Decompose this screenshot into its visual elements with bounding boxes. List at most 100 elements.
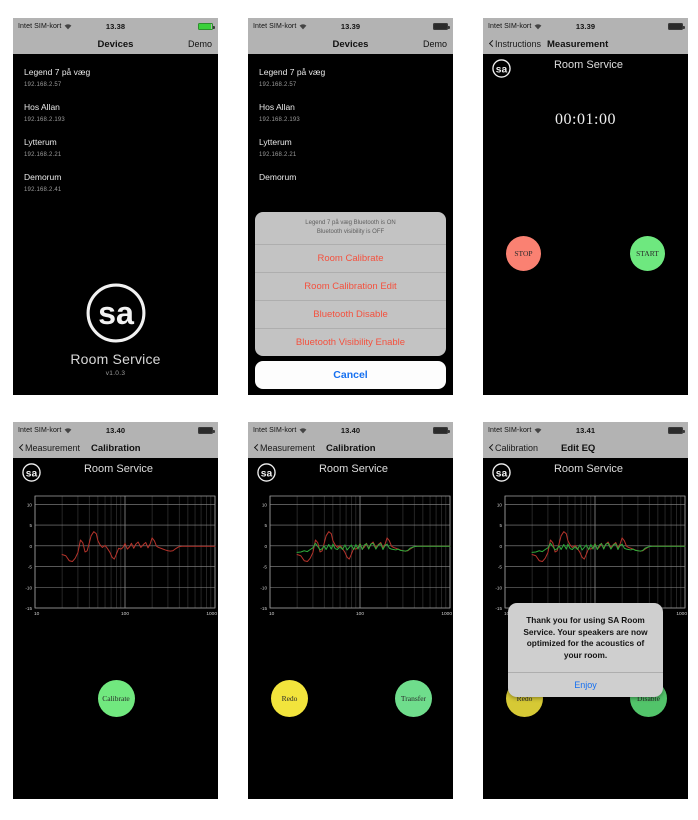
back-button[interactable]: Calibration — [489, 443, 538, 453]
device-name: Hos Allan — [24, 102, 60, 112]
device-name: Legend 7 på væg — [259, 67, 326, 77]
svg-text:10: 10 — [27, 502, 33, 507]
measurement-timer: 00:01:00 — [555, 111, 616, 128]
list-item[interactable]: Legend 7 på væg 192.168.2.57 — [248, 62, 453, 88]
nav-bar: Devices Demo — [13, 34, 218, 54]
list-item[interactable]: Legend 7 på væg 192.168.2.57 — [13, 62, 218, 88]
screen-body: Legend 7 på væg 192.168.2.57 Hos Allan 1… — [13, 54, 218, 395]
svg-text:0: 0 — [499, 544, 502, 549]
battery-icon — [198, 426, 215, 434]
battery-icon — [668, 426, 685, 434]
svg-text:-15: -15 — [495, 606, 502, 611]
status-right — [668, 426, 685, 434]
start-button[interactable]: START — [630, 236, 665, 271]
status-right — [433, 426, 450, 434]
sa-logo-icon: sa — [85, 282, 147, 344]
svg-text:-10: -10 — [260, 585, 267, 590]
status-time: 13.40 — [105, 425, 126, 435]
chevron-left-icon — [254, 444, 259, 453]
svg-text:sa: sa — [98, 295, 135, 331]
status-bar: Intet SIM-kort 13.39 — [248, 18, 453, 34]
device-list: Legend 7 på væg 192.168.2.57 Hos Allan 1… — [13, 54, 218, 193]
action-sheet-header-line2: Bluetooth visibility is OFF — [316, 229, 385, 235]
screenshot-sheet: Intet SIM-kort 13.38 Devices Demo Legend… — [0, 0, 698, 820]
app-header: sa Room Service — [248, 458, 453, 488]
status-right — [198, 22, 215, 30]
svg-text:-15: -15 — [25, 606, 32, 611]
back-button[interactable]: Measurement — [19, 443, 80, 453]
phone-screen-edit-eq: Intet SIM-kort 13.41 Calibration Edit EQ… — [483, 422, 688, 799]
status-time: 13.38 — [105, 21, 126, 31]
svg-text:-5: -5 — [28, 565, 33, 570]
svg-text:1000: 1000 — [676, 611, 687, 617]
device-name: Demorum — [259, 172, 297, 182]
nav-bar: Calibration Edit EQ — [483, 438, 688, 458]
svg-text:5: 5 — [264, 523, 267, 528]
svg-text:-10: -10 — [25, 585, 32, 590]
frequency-response-chart: 1050-5-10-15101001000 — [13, 488, 218, 628]
demo-button[interactable]: Demo — [188, 39, 212, 49]
list-item[interactable]: Lytterum 192.168.2.21 — [13, 132, 218, 158]
list-item[interactable]: Hos Allan 192.168.2.193 — [248, 97, 453, 123]
phone-screen-calibration: Intet SIM-kort 13.40 Measurement Calibra… — [13, 422, 218, 799]
list-item[interactable]: Hos Allan 192.168.2.193 — [13, 97, 218, 123]
status-right — [198, 426, 215, 434]
chevron-left-icon — [19, 444, 24, 453]
action-sheet: Legend 7 på væg Bluetooth is ON Bluetoot… — [255, 212, 446, 389]
menu-item-bluetooth-visibility-enable[interactable]: Bluetooth Visibility Enable — [255, 329, 446, 356]
device-ip: 192.168.2.21 — [259, 152, 297, 158]
back-button[interactable]: Instructions — [489, 39, 541, 49]
alert-dialog: Thank you for using SA Room Service. You… — [508, 603, 663, 697]
action-sheet-header-line1: Legend 7 på væg Bluetooth is ON — [305, 220, 396, 226]
enjoy-button[interactable]: Enjoy — [508, 673, 663, 697]
svg-text:-5: -5 — [263, 565, 268, 570]
back-button-label: Instructions — [495, 39, 542, 49]
screen-body: sa Room Service 00:01:00 STOP START — [483, 54, 688, 395]
screen-body: sa Room Service 1050-5-10-15101001000 Re… — [248, 458, 453, 799]
nav-bar: Measurement Calibration — [13, 438, 218, 458]
status-right — [668, 22, 685, 30]
menu-item-room-calibrate[interactable]: Room Calibrate — [255, 245, 446, 273]
svg-text:100: 100 — [121, 611, 129, 617]
menu-item-bluetooth-disable[interactable]: Bluetooth Disable — [255, 301, 446, 329]
app-name: Room Service — [553, 59, 624, 71]
battery-icon — [198, 22, 215, 30]
svg-text:10: 10 — [34, 611, 40, 617]
transfer-button[interactable]: Transfer — [395, 680, 432, 717]
svg-text:10: 10 — [269, 611, 275, 617]
phone-screen-devices: Intet SIM-kort 13.38 Devices Demo Legend… — [13, 18, 218, 395]
menu-item-room-calibration-edit[interactable]: Room Calibration Edit — [255, 273, 446, 301]
demo-button[interactable]: Demo — [423, 39, 447, 49]
list-item[interactable]: Demorum 192.168.2.41 — [13, 167, 218, 193]
back-button[interactable]: Measurement — [254, 443, 315, 453]
calibrate-button[interactable]: Calibrate — [97, 680, 135, 717]
chevron-left-icon — [489, 40, 494, 49]
screen-body: sa Room Service 10 5 0 -5 -10 -15 10 100 1000 Ca… — [13, 458, 218, 799]
svg-text:1000: 1000 — [441, 611, 452, 617]
svg-text:10: 10 — [497, 502, 503, 507]
list-item[interactable]: Demorum — [248, 167, 453, 184]
stop-button[interactable]: STOP — [506, 236, 541, 271]
screen-body: Legend 7 på væg 192.168.2.57 Hos Allan 1… — [248, 54, 453, 395]
svg-text:100: 100 — [356, 611, 364, 617]
battery-icon — [433, 22, 450, 30]
back-button-label: Calibration — [495, 443, 539, 453]
status-bar: Intet SIM-kort 13.39 — [483, 18, 688, 34]
device-name: Legend 7 på væg — [24, 67, 91, 77]
status-time: 13.39 — [340, 21, 361, 31]
cancel-button[interactable]: Cancel — [255, 361, 446, 389]
chevron-left-icon — [489, 444, 494, 453]
svg-text:0: 0 — [264, 544, 267, 549]
battery-icon — [668, 22, 685, 30]
frequency-response-chart: 1050-5-10-15101001000 — [248, 488, 453, 628]
back-button-label: Measurement — [260, 443, 316, 453]
app-name: Room Service — [553, 463, 624, 475]
redo-button[interactable]: Redo — [271, 680, 308, 717]
status-time: 13.40 — [340, 425, 361, 435]
list-item[interactable]: Lytterum 192.168.2.21 — [248, 132, 453, 158]
device-ip: 192.168.2.57 — [259, 82, 297, 88]
phone-screen-calibration-result: Intet SIM-kort 13.40 Measurement Calibra… — [248, 422, 453, 799]
action-sheet-group: Legend 7 på væg Bluetooth is ON Bluetoot… — [255, 212, 446, 356]
status-bar: Intet SIM-kort 13.41 — [483, 422, 688, 438]
app-header: sa Room Service — [483, 458, 688, 488]
